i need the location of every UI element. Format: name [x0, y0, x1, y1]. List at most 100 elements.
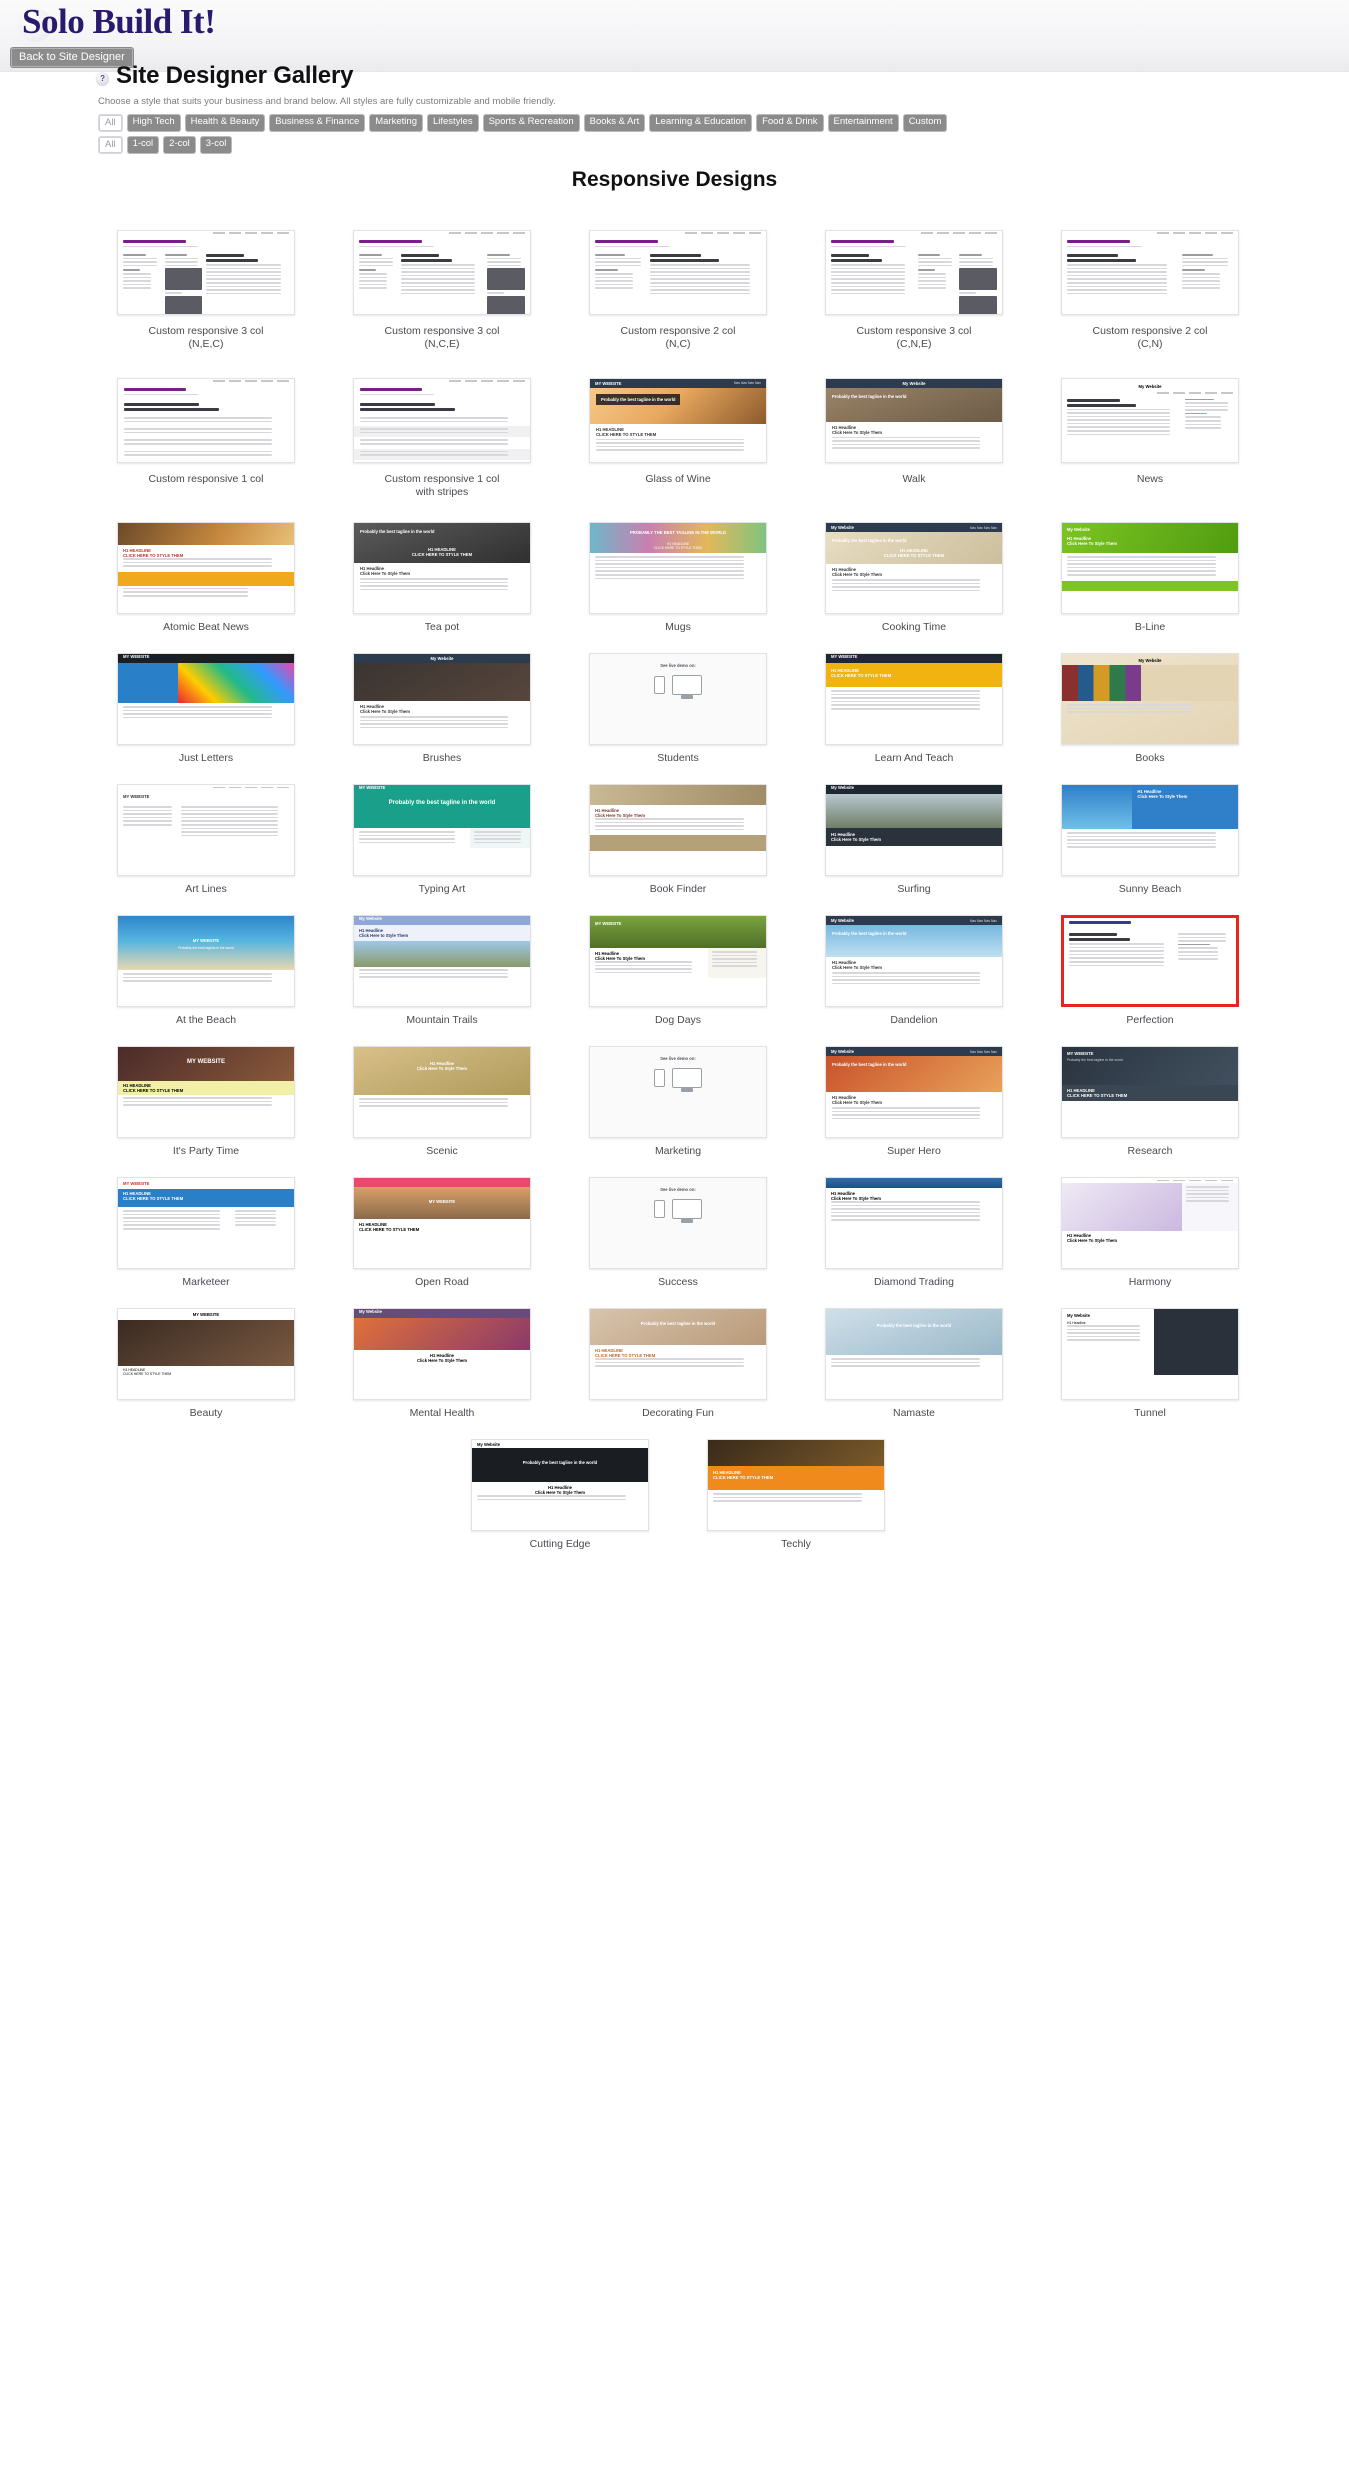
- design-thumbnail-cutting-edge[interactable]: My Website Probably the best tagline in t…: [471, 1439, 649, 1531]
- design-thumbnail-custom-responsive-3-col-n-e-c[interactable]: [117, 229, 295, 315]
- design-thumbnail-harmony[interactable]: H1 Headline Click Here To Style Them: [1061, 1177, 1239, 1269]
- design-card-brushes[interactable]: My Website H1 Headline Click Here To Style…: [324, 649, 560, 780]
- design-thumbnail-custom-responsive-3-col-n-c-e[interactable]: [353, 229, 531, 315]
- design-thumbnail-techly[interactable]: H1 HEADLINE CLICK HERE TO STYLE THEM: [707, 1439, 885, 1531]
- design-card-techly[interactable]: H1 HEADLINE CLICK HERE TO STYLE THEM Techl…: [678, 1435, 914, 1566]
- design-card-namaste[interactable]: Probably the best tagline in the world Na…: [796, 1304, 1032, 1435]
- design-card-custom-responsive-3-col-c-n-e[interactable]: Custom responsive 3 col (C,N,E): [796, 222, 1032, 370]
- design-thumbnail-super-hero[interactable]: My Website Nav Nav Nav Nav Probably the be…: [825, 1046, 1003, 1138]
- design-card-harmony[interactable]: H1 Headline Click Here To Style Them Harmo…: [1032, 1173, 1268, 1304]
- design-thumbnail-learn-and-teach[interactable]: MY WEBSITE H1 HEADLINE CLICK HERE TO STYLE…: [825, 653, 1003, 745]
- filter-tag-entertainment[interactable]: Entertainment: [827, 114, 899, 132]
- design-card-b-line[interactable]: My Website H1 Headline Click Here To Style…: [1032, 518, 1268, 649]
- filter-tag-marketing[interactable]: Marketing: [369, 114, 423, 132]
- design-card-custom-responsive-1-col[interactable]: Custom responsive 1 col: [88, 370, 324, 518]
- design-thumbnail-just-letters[interactable]: MY WEBSITE: [117, 653, 295, 745]
- design-thumbnail-beauty[interactable]: MY WEBSITE H1 HEADLINE CLICK HERE TO STYLE…: [117, 1308, 295, 1400]
- filter-tag-food-drink[interactable]: Food & Drink: [756, 114, 824, 132]
- design-thumbnail-brushes[interactable]: My Website H1 Headline Click Here To Style…: [353, 653, 531, 745]
- design-thumbnail-dandelion[interactable]: My Website Nav Nav Nav Nav Probably the be…: [825, 915, 1003, 1007]
- design-thumbnail-custom-responsive-2-col-c-n[interactable]: [1061, 229, 1239, 315]
- design-card-custom-responsive-2-col-n-c[interactable]: Custom responsive 2 col (N,C): [560, 222, 796, 370]
- design-card-success[interactable]: See live demo on: Success: [560, 1173, 796, 1304]
- design-card-dandelion[interactable]: My Website Nav Nav Nav Nav Probably the be…: [796, 911, 1032, 1042]
- design-thumbnail-custom-responsive-2-col-n-c[interactable]: [589, 229, 767, 315]
- design-card-tea-pot[interactable]: Probably the best tagline in the world H1…: [324, 518, 560, 649]
- design-card-students[interactable]: See live demo on: Students: [560, 649, 796, 780]
- design-card-cooking-time[interactable]: My Website Nav Nav Nav Nav Probably the be…: [796, 518, 1032, 649]
- design-card-surfing[interactable]: My Website H1 Headline Click Here To Style…: [796, 780, 1032, 911]
- filter-tag-custom[interactable]: Custom: [902, 114, 948, 132]
- design-thumbnail-typing-art[interactable]: MY WEBSITE Probably the best tagline in t…: [353, 784, 531, 876]
- design-thumbnail-mountain-trails[interactable]: My Website H1 Headline Click Here to Style…: [353, 915, 531, 1007]
- design-thumbnail-tea-pot[interactable]: Probably the best tagline in the world H1…: [353, 522, 531, 614]
- help-icon[interactable]: ?: [96, 71, 109, 85]
- design-thumbnail-perfection[interactable]: [1061, 915, 1239, 1007]
- design-thumbnail-diamond-trading[interactable]: H1 Headline Click Here To Style Them: [825, 1177, 1003, 1269]
- design-card-research[interactable]: MY WEBSITE Probably the best tagline in t…: [1032, 1042, 1268, 1173]
- design-card-diamond-trading[interactable]: H1 Headline Click Here To Style Them Diamo…: [796, 1173, 1032, 1304]
- design-card-dog-days[interactable]: MY WEBSITE H1 Headline Click Here To Style…: [560, 911, 796, 1042]
- design-card-custom-responsive-1-col-with-stripes[interactable]: Custom responsive 1 col with stripes: [324, 370, 560, 518]
- filter-tag-business-finance[interactable]: Business & Finance: [269, 114, 366, 132]
- design-card-custom-responsive-3-col-n-c-e[interactable]: Custom responsive 3 col (N,C,E): [324, 222, 560, 370]
- design-thumbnail-open-road[interactable]: MY WEBSITE H1 HEADLINE CLICK HERE TO STYLE…: [353, 1177, 531, 1269]
- filter-tag-2-col[interactable]: 2-col: [163, 136, 196, 154]
- design-card-open-road[interactable]: MY WEBSITE H1 HEADLINE CLICK HERE TO STYLE…: [324, 1173, 560, 1304]
- design-card-marketeer[interactable]: MY WEBSITE H1 HEADLINE CLICK HERE TO STYLE…: [88, 1173, 324, 1304]
- design-thumbnail-dog-days[interactable]: MY WEBSITE H1 Headline Click Here To Style…: [589, 915, 767, 1007]
- filter-tag-health-beauty[interactable]: Health & Beauty: [184, 114, 266, 132]
- design-thumbnail-research[interactable]: MY WEBSITE Probably the best tagline in t…: [1061, 1046, 1239, 1138]
- design-thumbnail-walk[interactable]: My Website Probably the best tagline in t…: [825, 377, 1003, 463]
- design-card-typing-art[interactable]: MY WEBSITE Probably the best tagline in t…: [324, 780, 560, 911]
- design-thumbnail-glass-of-wine[interactable]: MY WEBSITE Nav Nav Nav Nav Probably the be…: [589, 377, 767, 463]
- filter-tag-all[interactable]: All: [98, 114, 123, 132]
- logo[interactable]: Solo Build It!: [16, 2, 216, 42]
- design-thumbnail-custom-responsive-3-col-c-n-e[interactable]: [825, 229, 1003, 315]
- design-card-atomic-beat-news[interactable]: H1 HEADLINE CLICK HERE TO STYLE THEM Atomi…: [88, 518, 324, 649]
- design-card-book-finder[interactable]: H1 Headline Click Here To Style Them Book …: [560, 780, 796, 911]
- design-thumbnail-it-s-party-time[interactable]: MY WEBSITE H1 HEADLINE CLICK HERE TO STYLE…: [117, 1046, 295, 1138]
- design-thumbnail-art-lines[interactable]: MY WEBSITE: [117, 784, 295, 876]
- design-card-perfection[interactable]: Perfection: [1032, 911, 1268, 1042]
- filter-tag-all[interactable]: All: [98, 136, 123, 154]
- design-thumbnail-tunnel[interactable]: My Website H1 Headline: [1061, 1308, 1239, 1400]
- design-card-sunny-beach[interactable]: H1 Headline Click Here To Style Them Sunny…: [1032, 780, 1268, 911]
- design-card-just-letters[interactable]: MY WEBSITE Just Letters: [88, 649, 324, 780]
- design-card-custom-responsive-3-col-n-e-c[interactable]: Custom responsive 3 col (N,E,C): [88, 222, 324, 370]
- filter-tag-lifestyles[interactable]: Lifestyles: [426, 114, 479, 132]
- design-thumbnail-scenic[interactable]: H1 Headline Click Here To Style Them: [353, 1046, 531, 1138]
- filter-tag-sports-recreation[interactable]: Sports & Recreation: [482, 114, 580, 132]
- design-card-tunnel[interactable]: My Website H1 Headline Tunnel: [1032, 1304, 1268, 1435]
- filter-tag-1-col[interactable]: 1-col: [126, 136, 160, 154]
- design-card-learn-and-teach[interactable]: MY WEBSITE H1 HEADLINE CLICK HERE TO STYLE…: [796, 649, 1032, 780]
- design-thumbnail-decorating-fun[interactable]: Probably the best tagline in the world H1…: [589, 1308, 767, 1400]
- design-thumbnail-b-line[interactable]: My Website H1 Headline Click Here To Style…: [1061, 522, 1239, 614]
- design-thumbnail-success[interactable]: See live demo on:: [589, 1177, 767, 1269]
- design-thumbnail-mugs[interactable]: PROBABLY THE BEST TAGLINE IN THE WORLD H1…: [589, 522, 767, 614]
- design-thumbnail-marketing[interactable]: See live demo on:: [589, 1046, 767, 1138]
- design-card-marketing[interactable]: See live demo on: Marketing: [560, 1042, 796, 1173]
- design-thumbnail-custom-responsive-1-col[interactable]: [117, 377, 295, 463]
- design-card-beauty[interactable]: MY WEBSITE H1 HEADLINE CLICK HERE TO STYLE…: [88, 1304, 324, 1435]
- design-card-walk[interactable]: My Website Probably the best tagline in t…: [796, 370, 1032, 518]
- filter-tag-books-art[interactable]: Books & Art: [583, 114, 646, 132]
- design-thumbnail-at-the-beach[interactable]: MY WEBSITE Probably the best tagline in t…: [117, 915, 295, 1007]
- design-card-decorating-fun[interactable]: Probably the best tagline in the world H1…: [560, 1304, 796, 1435]
- design-card-mental-health[interactable]: My Website H1 Headline Click Here To Style…: [324, 1304, 560, 1435]
- design-thumbnail-books[interactable]: My Website: [1061, 653, 1239, 745]
- filter-tag-3-col[interactable]: 3-col: [199, 136, 233, 154]
- filter-tag-learning-education[interactable]: Learning & Education: [649, 114, 753, 132]
- design-card-mugs[interactable]: PROBABLY THE BEST TAGLINE IN THE WORLD H1…: [560, 518, 796, 649]
- design-thumbnail-surfing[interactable]: My Website H1 Headline Click Here To Style…: [825, 784, 1003, 876]
- design-thumbnail-cooking-time[interactable]: My Website Nav Nav Nav Nav Probably the be…: [825, 522, 1003, 614]
- design-thumbnail-mental-health[interactable]: My Website H1 Headline Click Here To Style…: [353, 1308, 531, 1400]
- design-thumbnail-news[interactable]: My Website: [1061, 377, 1239, 463]
- design-card-custom-responsive-2-col-c-n[interactable]: Custom responsive 2 col (C,N): [1032, 222, 1268, 370]
- design-thumbnail-marketeer[interactable]: MY WEBSITE H1 HEADLINE CLICK HERE TO STYLE…: [117, 1177, 295, 1269]
- design-card-it-s-party-time[interactable]: MY WEBSITE H1 HEADLINE CLICK HERE TO STYLE…: [88, 1042, 324, 1173]
- design-card-super-hero[interactable]: My Website Nav Nav Nav Nav Probably the be…: [796, 1042, 1032, 1173]
- design-card-news[interactable]: My Website News: [1032, 370, 1268, 518]
- design-thumbnail-sunny-beach[interactable]: H1 Headline Click Here To Style Them: [1061, 784, 1239, 876]
- design-card-scenic[interactable]: H1 Headline Click Here To Style Them Sceni…: [324, 1042, 560, 1173]
